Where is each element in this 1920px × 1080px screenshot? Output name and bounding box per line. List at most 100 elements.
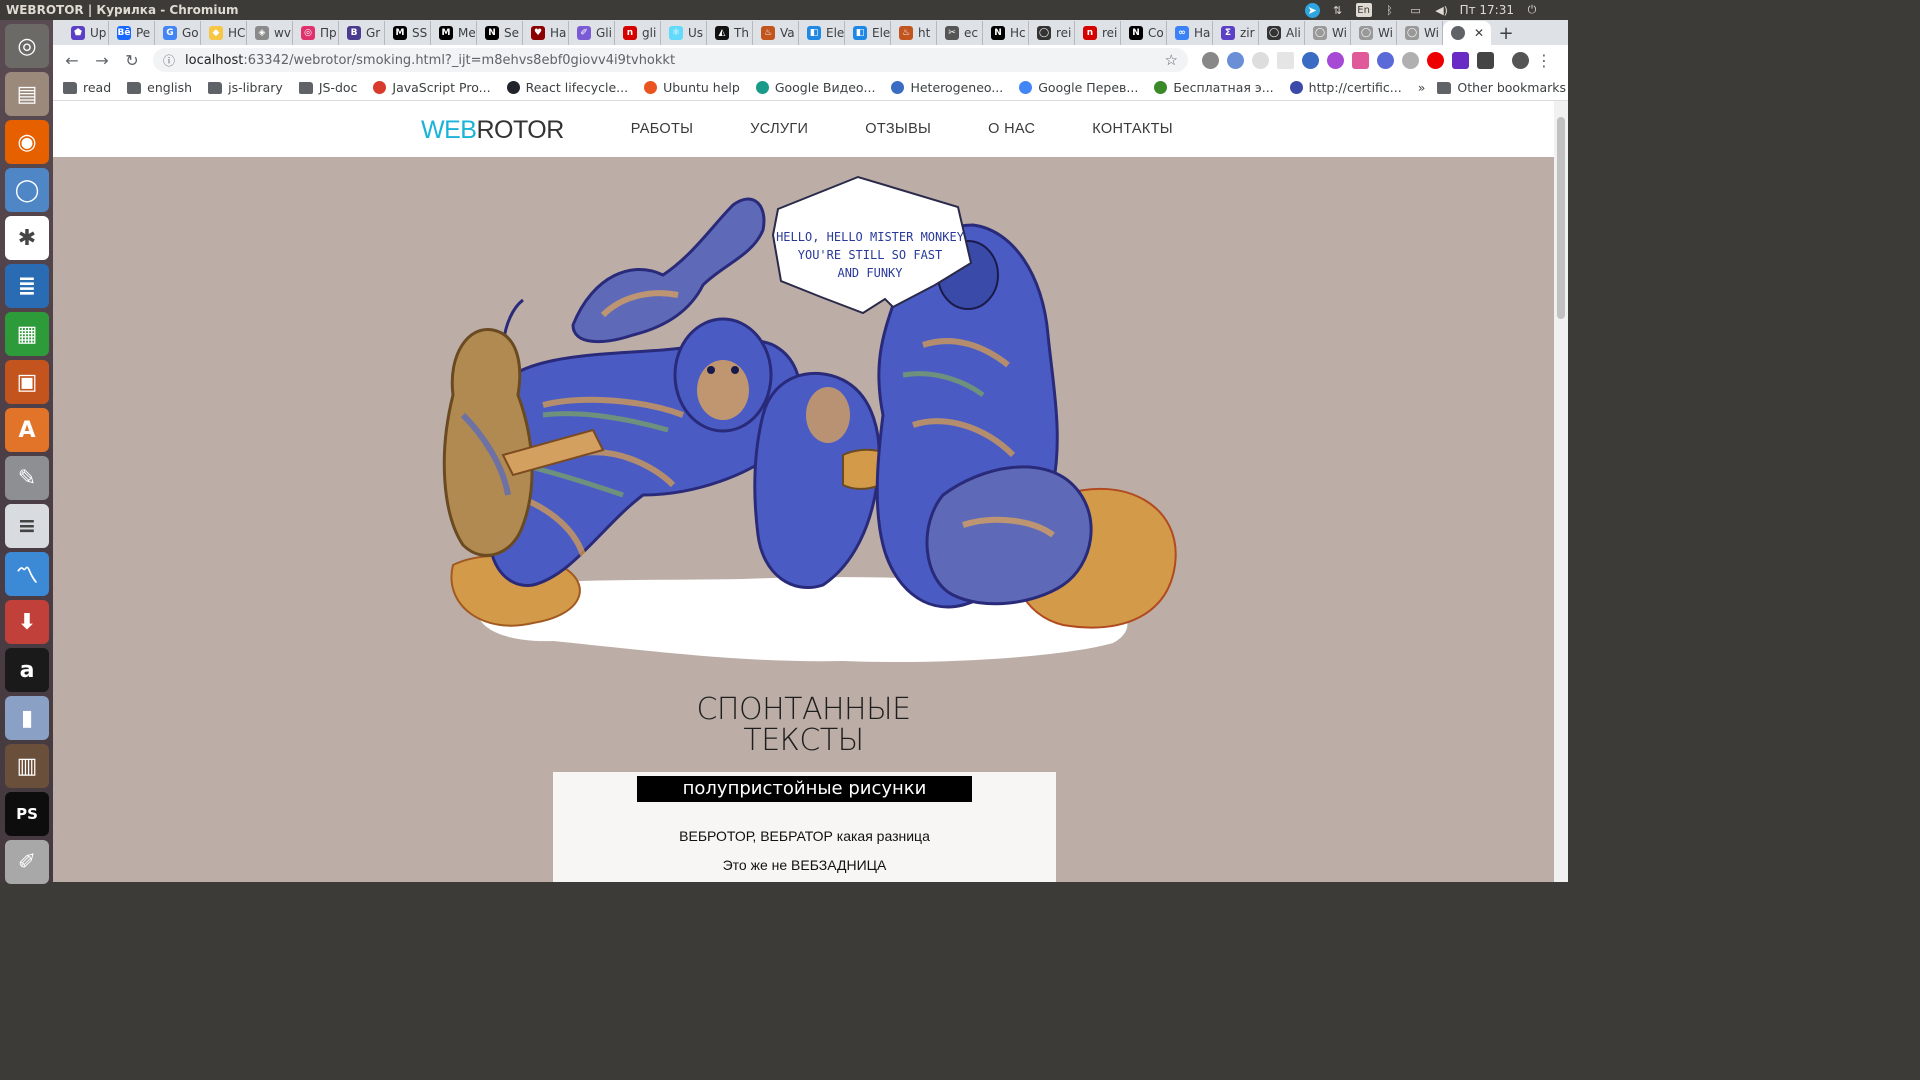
browser-tab[interactable]: ⬟ Up — [63, 21, 109, 45]
site-info-icon[interactable]: ⓘ — [163, 52, 175, 69]
nav-link[interactable]: РАБОТЫ — [631, 121, 694, 137]
volume-icon[interactable]: ◀) — [1434, 3, 1450, 17]
ubuntu-dash-icon[interactable]: ◎ — [5, 24, 49, 68]
extension-icon-10[interactable] — [1427, 51, 1444, 69]
nav-link[interactable]: ОТЗЫВЫ — [865, 121, 931, 137]
browser-tab[interactable]: ✂ ec — [937, 21, 983, 45]
extension-icon-12[interactable] — [1477, 51, 1494, 69]
other-bookmarks-folder[interactable]: Other bookmarks — [1437, 80, 1566, 95]
browser-tab-active[interactable]: ✕ — [1443, 21, 1491, 45]
browser-tab[interactable]: M SS — [385, 21, 431, 45]
extension-icon-6[interactable] — [1327, 51, 1344, 69]
browser-tab[interactable]: G Go — [155, 21, 201, 45]
network-icon[interactable]: ⇅ — [1330, 3, 1346, 17]
installer-icon[interactable]: ⬇ — [5, 600, 49, 644]
bookmark-item[interactable]: Google Видео... — [755, 80, 875, 95]
browser-tab[interactable]: ◯ rei — [1029, 21, 1075, 45]
nav-link[interactable]: УСЛУГИ — [750, 121, 808, 137]
extension-icon-11[interactable] — [1452, 51, 1469, 69]
extension-icon-4[interactable] — [1277, 51, 1294, 69]
browser-tab[interactable]: Σzir — [1213, 21, 1259, 45]
profile-avatar[interactable] — [1512, 51, 1529, 69]
extension-icon-7[interactable] — [1352, 51, 1369, 69]
browser-tab[interactable]: ◈ wv — [247, 21, 293, 45]
files-icon[interactable]: ▤ — [5, 72, 49, 116]
browser-tab[interactable]: n gli — [615, 21, 661, 45]
extension-icon-2[interactable] — [1227, 51, 1244, 69]
menu-icon[interactable]: ⋮ — [1536, 47, 1552, 73]
browser-tab[interactable]: ◯ Wi — [1305, 21, 1351, 45]
bookmark-folder[interactable]: js-library — [208, 80, 283, 95]
browser-tab[interactable]: ◯ Ali — [1259, 21, 1305, 45]
browser-tab[interactable]: ♥ На — [523, 21, 569, 45]
keyboard-layout-indicator[interactable]: En — [1355, 3, 1372, 17]
browser-tab[interactable]: Bē Pe — [109, 21, 155, 45]
browser-tab[interactable]: ∞ На — [1167, 21, 1213, 45]
bookmark-item[interactable]: React lifecycle... — [506, 80, 628, 95]
battery-icon[interactable]: ▭ — [1408, 3, 1424, 17]
browser-tab[interactable]: N Нс — [983, 21, 1029, 45]
browser-tab[interactable]: ◭ Th — [707, 21, 753, 45]
back-icon[interactable]: ← — [59, 47, 85, 73]
site-logo[interactable]: WEB ROTOR — [421, 116, 564, 145]
firefox-icon[interactable]: ◉ — [5, 120, 49, 164]
settings-icon[interactable]: ✎ — [5, 456, 49, 500]
bookmark-item[interactable]: Google Перев... — [1019, 80, 1138, 95]
library-icon[interactable]: ▥ — [5, 744, 49, 788]
extension-icon-5[interactable] — [1302, 51, 1319, 69]
browser-tab[interactable]: ✐ Gli — [569, 21, 615, 45]
bookmark-item[interactable]: Ubuntu help — [644, 80, 740, 95]
extension-icon-3[interactable] — [1252, 51, 1269, 69]
close-tab-icon[interactable]: ✕ — [1474, 26, 1484, 40]
browser-tab[interactable]: ♨ ht — [891, 21, 937, 45]
amazon-icon[interactable]: a — [5, 648, 49, 692]
chromium-icon[interactable]: ◯ — [5, 168, 49, 212]
system-monitor-icon[interactable]: 〽 — [5, 552, 49, 596]
browser-tab[interactable]: M Me — [431, 21, 477, 45]
browser-tab[interactable]: N Se — [477, 21, 523, 45]
scrollbar-thumb[interactable] — [1557, 117, 1565, 319]
impress-icon[interactable]: ▣ — [5, 360, 49, 404]
calc-icon[interactable]: ▦ — [5, 312, 49, 356]
browser-tab[interactable]: ◧ Ele — [799, 21, 845, 45]
editor-icon[interactable]: ✐ — [5, 840, 49, 884]
browser-tab[interactable]: ⚛ Us — [661, 21, 707, 45]
extension-icon-8[interactable] — [1377, 51, 1394, 69]
browser-tab[interactable]: n rei — [1075, 21, 1121, 45]
extension-icon-1[interactable] — [1202, 51, 1219, 69]
browser-tab[interactable]: ◎ Пр — [293, 21, 339, 45]
bookmark-folder[interactable]: JS-doc — [298, 80, 357, 95]
bookmark-item[interactable]: Бесплатная э... — [1154, 80, 1274, 95]
telegram-icon[interactable]: ➤ — [1304, 2, 1320, 18]
extension-icon-9[interactable] — [1402, 51, 1419, 69]
page-scrollbar[interactable] — [1554, 101, 1568, 882]
bluetooth-icon[interactable]: ᛒ — [1382, 3, 1398, 17]
software-center-icon[interactable]: A — [5, 408, 49, 452]
browser-tab[interactable]: ◧ Ele — [845, 21, 891, 45]
bookmark-item[interactable]: Heterogeneo... — [891, 80, 1003, 95]
text-editor-icon[interactable]: ≡ — [5, 504, 49, 548]
power-icon[interactable]: ⏻ — [1524, 3, 1540, 17]
slack-icon[interactable]: ✱ — [5, 216, 49, 260]
writer-icon[interactable]: ≣ — [5, 264, 49, 308]
nav-link[interactable]: КОНТАКТЫ — [1092, 121, 1173, 137]
clock[interactable]: Пт 17:31 — [1460, 3, 1514, 17]
bookmark-item[interactable]: JavaScript Pro... — [373, 80, 491, 95]
browser-tab[interactable]: ◯ Wi — [1397, 21, 1443, 45]
browser-tab[interactable]: B Gr — [339, 21, 385, 45]
nav-link[interactable]: О НАС — [988, 121, 1035, 137]
reload-icon[interactable]: ↻ — [119, 47, 145, 73]
thermometer-icon[interactable]: ▮ — [5, 696, 49, 740]
bookmark-star-icon[interactable]: ☆ — [1165, 51, 1178, 69]
phpstorm-icon[interactable]: PS — [5, 792, 49, 836]
bookmarks-overflow-button[interactable]: » — [1418, 80, 1426, 95]
browser-tab[interactable]: N Co — [1121, 21, 1167, 45]
address-bar[interactable]: ⓘ localhost:63342/webrotor/smoking.html?… — [153, 48, 1188, 72]
bookmark-folder[interactable]: english — [127, 80, 192, 95]
forward-icon[interactable]: → — [89, 47, 115, 73]
new-tab-button[interactable]: + — [1491, 21, 1521, 45]
bookmark-item[interactable]: http://certific... — [1289, 80, 1402, 95]
browser-tab[interactable]: ◆ HC — [201, 21, 247, 45]
bookmark-folder[interactable]: read — [63, 80, 111, 95]
browser-tab[interactable]: ◯ Wi — [1351, 21, 1397, 45]
